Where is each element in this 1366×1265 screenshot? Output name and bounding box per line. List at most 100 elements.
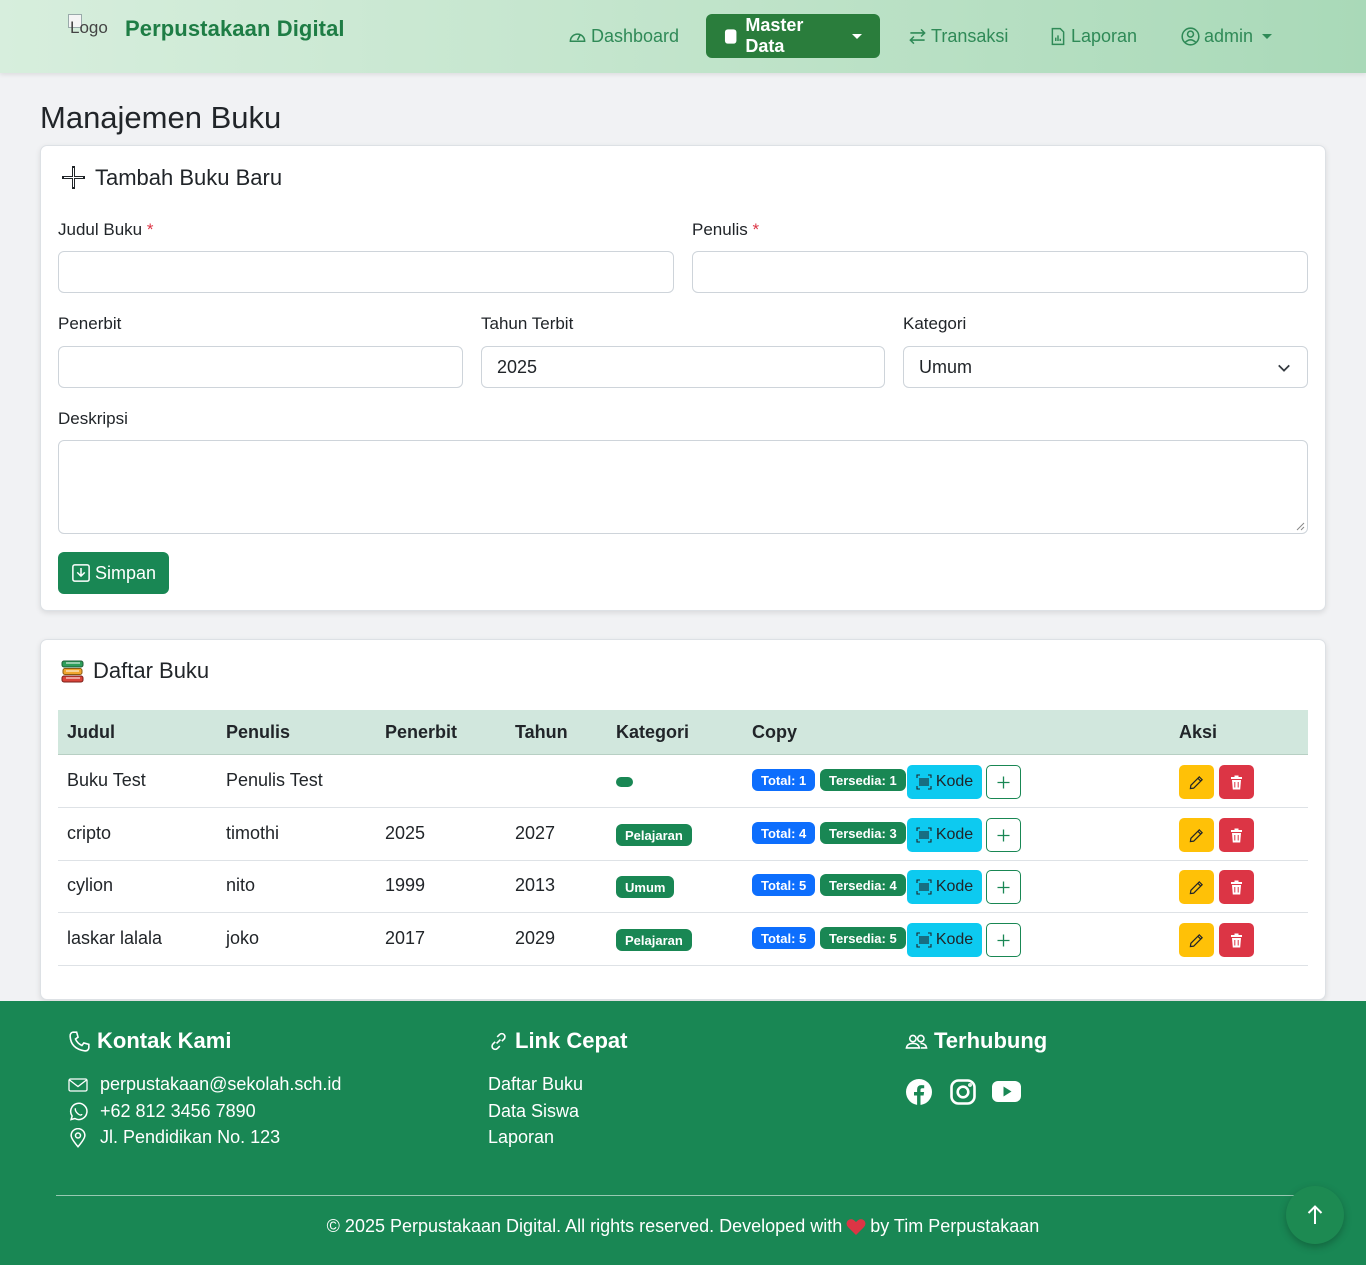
- copyright-text-post: by Tim Perpustakaan: [870, 1216, 1040, 1236]
- table-header: Judul Penulis Penerbit Tahun Kategori Co…: [58, 710, 1308, 755]
- penulis-input[interactable]: [692, 251, 1308, 293]
- edit-button[interactable]: [1179, 765, 1214, 799]
- required-marker: *: [146, 220, 154, 239]
- book-list-title-text: Daftar Buku: [93, 658, 210, 683]
- add-book-card: Tambah Buku Baru Judul Buku * Penulis * …: [40, 145, 1326, 611]
- copyright-text-pre: © 2025 Perpustakaan Digital. All rights …: [326, 1216, 843, 1236]
- delete-button[interactable]: [1219, 765, 1254, 799]
- kategori-badge: Pelajaran: [616, 824, 692, 846]
- col-penerbit[interactable]: Penerbit: [385, 722, 457, 743]
- logo-alt-text: Logo: [70, 18, 108, 37]
- kode-button[interactable]: Kode: [907, 923, 982, 957]
- footer-address: Jl. Pendidikan No. 123: [68, 1127, 280, 1148]
- penulis-label-text: Penulis: [692, 220, 748, 239]
- trash-icon: [1231, 933, 1242, 947]
- footer-link-data-siswa[interactable]: Data Siswa: [488, 1101, 579, 1122]
- pencil-icon: [1189, 775, 1203, 789]
- brand-logo: Logo: [68, 14, 114, 44]
- edit-button[interactable]: [1179, 818, 1214, 852]
- footer-link-daftar-buku[interactable]: Daftar Buku: [488, 1074, 583, 1095]
- pencil-icon: [1189, 828, 1203, 842]
- save-button-label: Simpan: [95, 562, 157, 583]
- whatsapp-icon: [69, 1102, 88, 1121]
- table-row: laskar lalala joko 2017 2029 Pelajaran T…: [58, 913, 1308, 966]
- kode-button-label: Kode: [935, 826, 974, 843]
- facebook-icon[interactable]: [905, 1078, 933, 1106]
- add-copy-button[interactable]: [986, 870, 1021, 904]
- footer-phone-text: +62 812 3456 7890: [100, 1101, 256, 1121]
- nav-dashboard-label: Dashboard: [591, 25, 680, 46]
- cell-judul: cripto: [67, 823, 112, 843]
- cell-judul: Buku Test: [67, 770, 146, 790]
- nav-transaksi-label: Transaksi: [931, 25, 1009, 46]
- tersedia-badge: Tersedia: 4: [820, 874, 906, 896]
- link-icon: [491, 1032, 506, 1050]
- footer-links-title: Link Cepat: [488, 1028, 627, 1054]
- footer-phone[interactable]: +62 812 3456 7890: [68, 1101, 256, 1122]
- add-book-card-title: Tambah Buku Baru: [60, 164, 282, 191]
- user-menu[interactable]: admin: [1181, 14, 1273, 58]
- nav-transaksi[interactable]: Transaksi: [908, 14, 1008, 58]
- cell-penulis: timothi: [226, 823, 280, 843]
- plus-icon: [997, 829, 1010, 841]
- nav-laporan[interactable]: Laporan: [1049, 14, 1137, 58]
- kode-button[interactable]: Kode: [907, 765, 982, 799]
- footer-link-laporan[interactable]: Laporan: [488, 1127, 554, 1148]
- brand[interactable]: Logo Perpustakaan Digital: [68, 14, 345, 44]
- add-copy-button[interactable]: [986, 765, 1021, 799]
- kategori-select[interactable]: Umum: [903, 346, 1308, 388]
- cell-penerbit: 1999: [385, 875, 426, 895]
- judul-label: Judul Buku *: [58, 220, 153, 240]
- col-judul[interactable]: Judul: [67, 722, 115, 743]
- cell-tahun: 2029: [515, 928, 556, 948]
- youtube-icon[interactable]: [992, 1081, 1021, 1102]
- edit-button[interactable]: [1179, 870, 1214, 904]
- kode-button-label: Kode: [935, 878, 974, 895]
- nav-laporan-label: Laporan: [1071, 25, 1138, 46]
- kode-button[interactable]: Kode: [907, 870, 982, 904]
- cell-judul: laskar lalala: [67, 928, 163, 948]
- penerbit-label: Penerbit: [58, 314, 122, 333]
- resize-grip-icon[interactable]: [1296, 522, 1305, 531]
- pencil-icon: [1189, 933, 1203, 947]
- save-button[interactable]: Simpan: [58, 552, 170, 594]
- navbar: Logo Perpustakaan Digital Dashboard Mast…: [0, 0, 1366, 73]
- add-copy-button[interactable]: [986, 923, 1021, 957]
- cell-penerbit: 2017: [385, 928, 426, 948]
- arrow-left-right-icon: [909, 28, 926, 44]
- delete-button[interactable]: [1219, 818, 1254, 852]
- judul-input[interactable]: [58, 251, 674, 293]
- col-copy[interactable]: Copy: [752, 722, 797, 743]
- col-tahun[interactable]: Tahun: [515, 722, 568, 743]
- trash-icon: [1231, 880, 1242, 894]
- footer-contact-title: Kontak Kami: [68, 1028, 231, 1054]
- plus-icon: [997, 776, 1010, 788]
- nav-master-data[interactable]: Master Data: [706, 14, 880, 58]
- penerbit-input[interactable]: [58, 346, 463, 388]
- instagram-icon[interactable]: [949, 1078, 977, 1106]
- delete-button[interactable]: [1219, 870, 1254, 904]
- footer-email[interactable]: perpustakaan@sekolah.sch.id: [68, 1074, 341, 1095]
- col-kategori[interactable]: Kategori: [616, 722, 689, 743]
- deskripsi-label: Deskripsi: [58, 409, 128, 428]
- kode-button[interactable]: Kode: [907, 818, 982, 852]
- barcode-scan-icon: [916, 774, 932, 790]
- col-aksi[interactable]: Aksi: [1179, 722, 1217, 743]
- nav-dashboard[interactable]: Dashboard: [568, 14, 679, 58]
- delete-button[interactable]: [1219, 923, 1254, 957]
- book-list-card: Daftar Buku Judul Penulis Penerbit Tahun…: [40, 639, 1326, 1000]
- tahun-input[interactable]: 2025: [481, 346, 885, 388]
- table-row: cylion nito 1999 2013 Umum Total: 5 Ters…: [58, 860, 1308, 913]
- brand-name[interactable]: Perpustakaan Digital: [125, 16, 345, 42]
- chevron-down-icon: [852, 33, 862, 39]
- deskripsi-textarea[interactable]: [58, 440, 1308, 534]
- col-penulis[interactable]: Penulis: [226, 722, 290, 743]
- trash-icon: [1231, 828, 1242, 842]
- add-copy-button[interactable]: [986, 818, 1021, 852]
- arrow-up-icon: [1307, 1205, 1323, 1224]
- telephone-icon: [69, 1030, 90, 1052]
- add-book-title-text: Tambah Buku Baru: [95, 164, 283, 190]
- edit-button[interactable]: [1179, 923, 1214, 957]
- database-icon: [724, 28, 737, 44]
- back-to-top-button[interactable]: [1286, 1186, 1344, 1244]
